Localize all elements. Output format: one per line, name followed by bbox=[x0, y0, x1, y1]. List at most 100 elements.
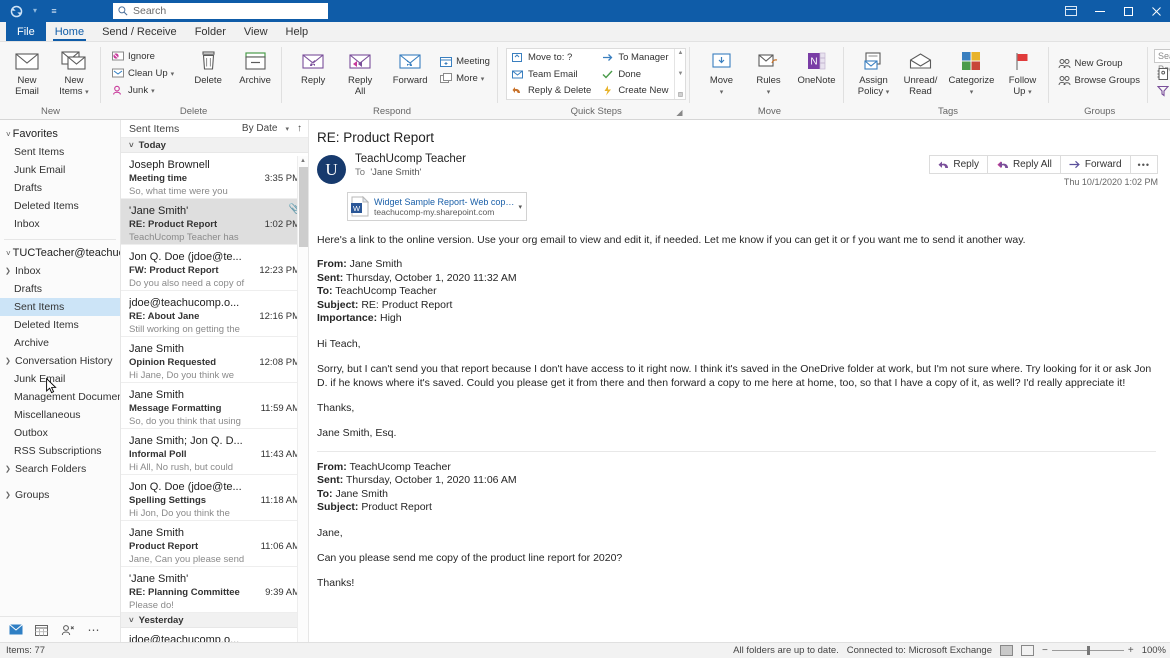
message-group-today[interactable]: ˅ Today bbox=[121, 138, 308, 153]
sidebar-item-fav-sent-items[interactable]: Sent Items bbox=[0, 143, 120, 161]
chevron-right-icon[interactable]: ❯ bbox=[5, 491, 12, 499]
chevron-down-icon[interactable]: ˅ bbox=[129, 141, 134, 150]
message-list-item[interactable]: Jon Q. Doe (jdoe@te... Spelling Settings… bbox=[121, 475, 308, 521]
ascending-arrow-icon[interactable]: ↑ bbox=[297, 123, 302, 134]
attachment-chip[interactable]: W Widget Sample Report- Web copy.docx te… bbox=[347, 192, 527, 221]
chevron-right-icon[interactable]: ❯ bbox=[5, 357, 12, 365]
quick-steps-dialog-launcher-icon[interactable]: ◢ bbox=[676, 106, 682, 119]
close-button[interactable] bbox=[1142, 0, 1170, 22]
message-list-item[interactable]: 'Jane Smith' RE: Planning Committee 9:39 … bbox=[121, 567, 308, 613]
sidebar-item-groups[interactable]: ❯ Groups bbox=[0, 486, 120, 504]
new-group-button[interactable]: New Group bbox=[1055, 55, 1143, 72]
sidebar-item-archive[interactable]: Archive bbox=[0, 334, 120, 352]
search-input[interactable]: Search bbox=[133, 5, 166, 17]
clean-up-button[interactable]: Clean Up ▾ bbox=[109, 65, 178, 82]
sidebar-item-miscellaneous[interactable]: Miscellaneous bbox=[0, 406, 120, 424]
reply-all-button[interactable]: Reply All bbox=[988, 156, 1061, 173]
message-list-item[interactable]: Jane Smith Opinion Requested 12:08 PM Hi … bbox=[121, 337, 308, 383]
tab-file[interactable]: File bbox=[6, 22, 46, 41]
zoom-out-icon[interactable]: − bbox=[1042, 645, 1048, 656]
meeting-button[interactable]: Meeting bbox=[437, 53, 494, 70]
chevron-right-icon[interactable]: ❯ bbox=[5, 267, 12, 275]
address-book-button[interactable]: Address Book bbox=[1154, 65, 1170, 82]
quick-steps-gallery[interactable]: Move to: ? Team Email Reply & Delete To … bbox=[505, 48, 687, 100]
message-list-item-selected[interactable]: 'Jane Smith' 📎 RE: Product Report 1:02 PM… bbox=[121, 199, 308, 245]
unread-read-button[interactable]: Unread/Read bbox=[897, 45, 943, 99]
zoom-slider[interactable]: − + bbox=[1042, 645, 1134, 656]
forward-button[interactable]: Forward bbox=[1061, 156, 1131, 173]
sort-label[interactable]: By Date bbox=[242, 123, 278, 134]
reply-all-ribbon-button[interactable]: Reply All bbox=[337, 45, 383, 99]
chevron-down-icon[interactable]: ˅ bbox=[129, 616, 134, 625]
sidebar-item-drafts[interactable]: Drafts bbox=[0, 280, 120, 298]
folder-section-favorites[interactable]: ˅ Favorites bbox=[0, 125, 120, 143]
archive-button[interactable]: Archive bbox=[232, 45, 278, 89]
message-list-item[interactable]: Jane Smith; Jon Q. D... ↓ Informal Poll1… bbox=[121, 429, 308, 475]
chevron-down-icon[interactable]: ˅ bbox=[6, 130, 11, 139]
chevron-down-icon[interactable]: ▾ bbox=[515, 203, 522, 211]
new-email-button[interactable]: New Email bbox=[4, 45, 50, 99]
search-people-input[interactable]: Search People bbox=[1153, 49, 1170, 74]
sidebar-item-fav-junk-email[interactable]: Junk Email bbox=[0, 161, 120, 179]
scrollbar-thumb[interactable] bbox=[299, 167, 308, 247]
sidebar-item-junk-email[interactable]: Junk Email bbox=[0, 370, 120, 388]
message-list-body[interactable]: ˅ Today Joseph Brownell Meeting time 3:35… bbox=[121, 138, 308, 642]
quick-step-done[interactable]: Done bbox=[599, 66, 672, 83]
restore-button[interactable] bbox=[1114, 0, 1142, 22]
sidebar-item-conversation-history[interactable]: ❯ Conversation History bbox=[0, 352, 120, 370]
assign-policy-button[interactable]: Assign Policy ▾ bbox=[850, 45, 896, 100]
sidebar-item-fav-inbox[interactable]: Inbox bbox=[0, 215, 120, 233]
undo-icon[interactable]: ▾ bbox=[27, 3, 43, 19]
message-list-scrollbar[interactable]: ▲ bbox=[297, 156, 308, 642]
quick-step-team-email[interactable]: Team Email bbox=[509, 66, 595, 83]
chevron-right-icon[interactable]: ❯ bbox=[5, 465, 12, 473]
message-list-item[interactable]: Jane Smith Product Report 11:06 AM Jane, … bbox=[121, 521, 308, 567]
new-items-button[interactable]: New Items ▾ bbox=[51, 45, 97, 100]
tab-folder[interactable]: Folder bbox=[186, 22, 235, 41]
follow-up-button[interactable]: Follow Up ▾ bbox=[999, 45, 1045, 100]
quick-step-to-manager[interactable]: To Manager bbox=[599, 49, 672, 66]
ignore-button[interactable]: Ignore bbox=[109, 48, 178, 65]
more-respond-button[interactable]: More ▾ bbox=[437, 70, 494, 87]
chevron-down-icon[interactable]: ˅ bbox=[6, 249, 11, 258]
reply-button[interactable]: Reply bbox=[930, 156, 988, 173]
sidebar-item-search-folders[interactable]: ❯ Search Folders bbox=[0, 460, 120, 478]
quick-steps-scrollbar[interactable]: ▲ ▼ ▧ bbox=[674, 49, 685, 99]
reading-view-icon[interactable] bbox=[1021, 645, 1034, 656]
scroll-up-icon[interactable]: ▲ bbox=[298, 156, 308, 167]
categorize-button[interactable]: Categorize ▾ bbox=[944, 45, 998, 100]
sidebar-item-rss-subscriptions[interactable]: RSS Subscriptions bbox=[0, 442, 120, 460]
sidebar-item-fav-drafts[interactable]: Drafts bbox=[0, 179, 120, 197]
zoom-thumb[interactable] bbox=[1086, 646, 1090, 655]
sidebar-item-fav-deleted-items[interactable]: Deleted Items bbox=[0, 197, 120, 215]
sync-icon[interactable] bbox=[8, 3, 24, 19]
sidebar-item-sent-items[interactable]: Sent Items bbox=[0, 298, 120, 316]
zoom-track[interactable] bbox=[1051, 646, 1124, 655]
delete-button[interactable]: Delete bbox=[185, 45, 231, 89]
filter-email-button[interactable]: Filter Email ▾ bbox=[1154, 82, 1170, 99]
junk-caret-icon[interactable]: ▾ bbox=[151, 87, 155, 95]
forward-ribbon-button[interactable]: Forward bbox=[384, 45, 436, 89]
message-list-item[interactable]: Joseph Brownell Meeting time 3:35 PM So, … bbox=[121, 153, 308, 199]
attachment-name[interactable]: Widget Sample Report- Web copy.docx bbox=[374, 197, 515, 207]
more-respond-caret-icon[interactable]: ▾ bbox=[481, 75, 485, 83]
tab-home[interactable]: Home bbox=[46, 22, 93, 41]
more-actions-button[interactable]: ••• bbox=[1131, 156, 1157, 173]
customize-icon[interactable]: ≡ bbox=[46, 3, 62, 19]
sidebar-item-inbox[interactable]: ❯ Inbox bbox=[0, 262, 120, 280]
message-list-item[interactable]: jdoe@teachucomp.o... RE: About JaneWed 3… bbox=[121, 628, 308, 642]
reply-ribbon-button[interactable]: Reply bbox=[290, 45, 336, 89]
minimize-button[interactable] bbox=[1086, 0, 1114, 22]
clean-up-caret-icon[interactable]: ▾ bbox=[171, 70, 175, 78]
message-list-sort[interactable]: By Date ▾ ↑ bbox=[242, 123, 302, 134]
ribbon-display-options-icon[interactable] bbox=[1056, 0, 1086, 22]
junk-button[interactable]: Junk ▾ bbox=[109, 82, 178, 99]
browse-groups-button[interactable]: Browse Groups bbox=[1055, 72, 1143, 89]
normal-view-icon[interactable] bbox=[1000, 645, 1013, 656]
move-button[interactable]: Move ▾ bbox=[698, 45, 744, 100]
rules-button[interactable]: Rules ▾ bbox=[745, 45, 791, 100]
onenote-button[interactable]: N OneNote bbox=[792, 45, 840, 89]
tab-help[interactable]: Help bbox=[277, 22, 318, 41]
sidebar-item-deleted-items[interactable]: Deleted Items bbox=[0, 316, 120, 334]
message-list-item[interactable]: Jon Q. Doe (jdoe@te... ! FW: Product Rep… bbox=[121, 245, 308, 291]
